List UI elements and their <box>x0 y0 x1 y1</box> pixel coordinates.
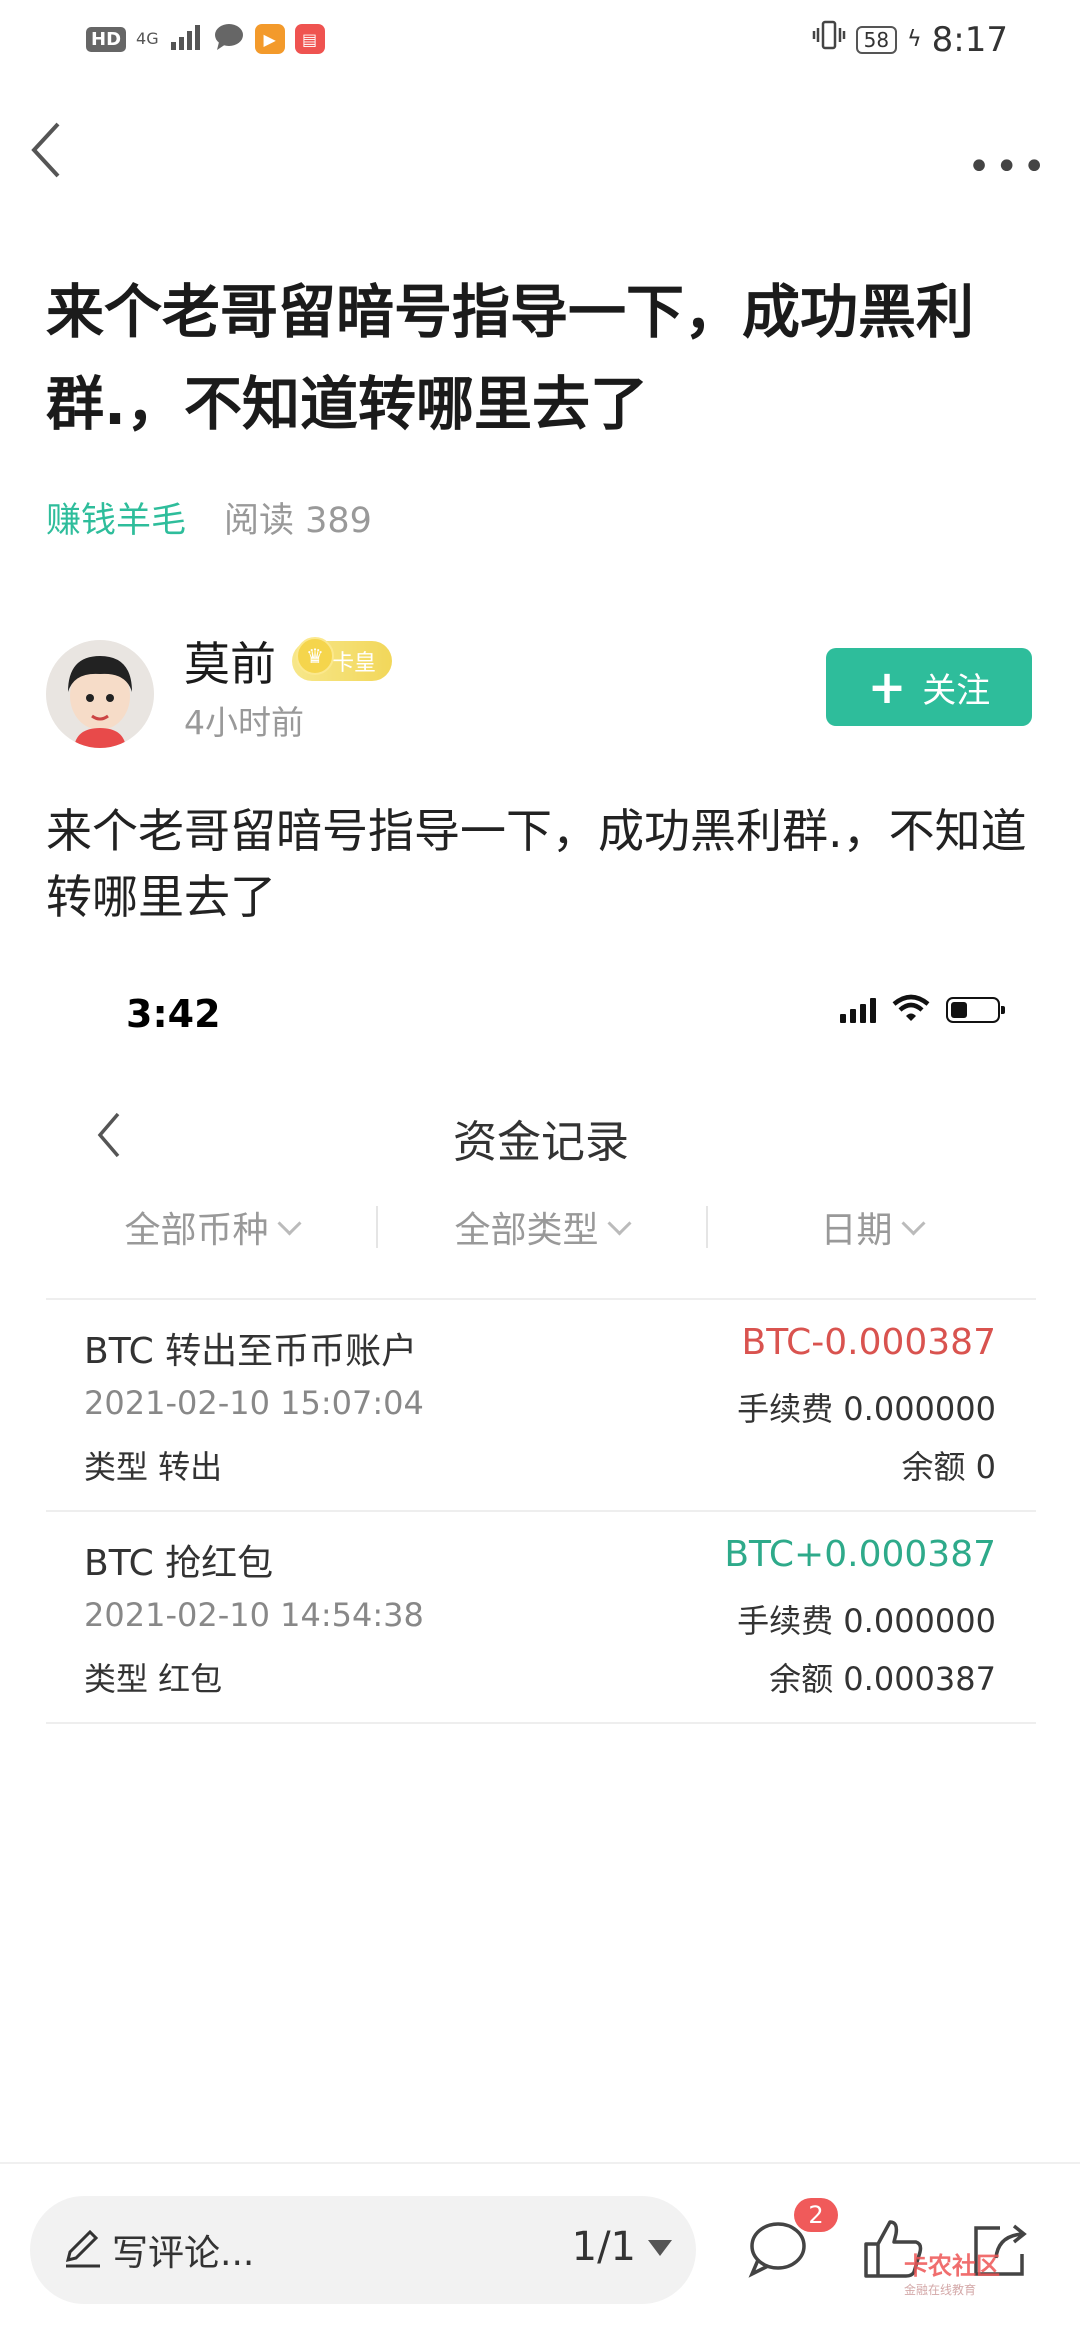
vip-badge: ♛ 卡皇 <box>292 637 393 681</box>
page-indicator[interactable]: 1/1 <box>572 2224 636 2270</box>
record-amount: BTC-0.000387 <box>741 1322 996 1363</box>
record-type: 类型 红包 <box>84 1660 223 1698</box>
book-app-icon: ▤ <box>294 24 325 54</box>
comment-placeholder: 写评论... <box>112 2233 255 2274</box>
record-balance: 余额 0.000387 <box>769 1660 996 1698</box>
chevron-left-icon <box>31 122 60 178</box>
chevron-down-icon <box>276 1210 302 1236</box>
record-date: 2021-02-10 15:07:04 <box>84 1384 424 1422</box>
battery-level: 58 <box>855 25 898 54</box>
record-type: 类型 转出 <box>84 1448 223 1486</box>
more-dots-icon: ••• <box>967 144 1050 190</box>
post-time: 4小时前 <box>184 703 304 742</box>
plus-icon: + <box>867 660 907 714</box>
screenshot-title: 资金记录 <box>453 1117 629 1168</box>
avatar[interactable] <box>46 640 154 748</box>
status-right: 58 ϟ 8:17 <box>812 18 1008 61</box>
filter-type: 全部类型 <box>376 1192 706 1262</box>
back-button[interactable] <box>28 120 68 180</box>
author-row: 莫前 ♛ 卡皇 <box>184 628 393 694</box>
more-options-button[interactable]: ••• <box>967 144 1050 190</box>
list-item: BTC 转出至币币账户 2021-02-10 15:07:04 类型 转出 BT… <box>46 1300 1036 1510</box>
bottom-divider <box>0 2162 1080 2164</box>
record-balance: 余额 0 <box>901 1448 996 1486</box>
author-name[interactable]: 莫前 <box>184 628 276 694</box>
watermark-logo: 卡农社区 金融在线教育 <box>904 2246 1000 2298</box>
charging-icon: ϟ <box>907 27 922 52</box>
post-body: 来个老哥留暗号指导一下，成功黑利群.，不知道转哪里去了 <box>46 804 1027 924</box>
hd-badge: HD <box>86 26 127 52</box>
comment-input[interactable]: 写评论... 1/1 <box>30 2196 696 2304</box>
record-fee: 手续费 0.000000 <box>737 1390 996 1428</box>
filter-date: 日期 <box>706 1192 1036 1262</box>
screenshot-clock: 3:42 <box>126 992 221 1036</box>
pencil-icon <box>60 2224 106 2270</box>
video-app-icon: ▶ <box>254 24 285 54</box>
embedded-screenshot[interactable]: 3:42 资金记录 全部币种 全部类型 日期 BTC 转出至币币账户 2021-… <box>46 972 1036 1732</box>
chevron-down-icon <box>900 1210 926 1236</box>
filter-label: 日期 <box>820 1210 893 1251</box>
follow-button[interactable]: + 关注 <box>826 648 1032 726</box>
divider <box>46 1722 1036 1724</box>
cellular-signal-icon <box>840 997 876 1023</box>
vibrate-icon <box>812 18 846 61</box>
read-count: 阅读 389 <box>224 501 372 541</box>
follow-label: 关注 <box>922 670 991 711</box>
filter-currency: 全部币种 <box>46 1192 376 1262</box>
status-left: HD 4G ▶ ▤ <box>86 22 325 56</box>
watermark-text: 卡农社区 <box>904 2252 1000 2280</box>
dropdown-triangle-icon[interactable] <box>648 2240 672 2256</box>
filter-bar: 全部币种 全部类型 日期 <box>46 1192 1036 1262</box>
post-title: 来个老哥留暗号指导一下，成功黑利群.，不知道转哪里去了 <box>46 278 975 438</box>
comment-count-badge: 2 <box>794 2198 838 2232</box>
wifi-icon <box>892 994 930 1026</box>
record-date: 2021-02-10 14:54:38 <box>84 1596 424 1634</box>
filter-label: 全部币种 <box>124 1210 269 1251</box>
record-name: BTC 转出至币币账户 <box>84 1331 418 1372</box>
vip-badge-label: 卡皇 <box>332 651 377 676</box>
battery-icon <box>946 997 1005 1023</box>
record-name: BTC 抢红包 <box>84 1543 274 1584</box>
signal-icon <box>169 24 203 54</box>
record-amount: BTC+0.000387 <box>724 1534 996 1575</box>
list-item: BTC 抢红包 2021-02-10 14:54:38 类型 红包 BTC+0.… <box>46 1512 1036 1722</box>
network-label: 4G <box>136 29 159 48</box>
chevron-down-icon <box>606 1210 632 1236</box>
chat-bubble-icon <box>213 22 245 56</box>
filter-label: 全部类型 <box>454 1210 599 1251</box>
screenshot-status-icons <box>840 994 1005 1026</box>
status-bar: HD 4G ▶ ▤ 58 ϟ 8:17 <box>0 0 1080 80</box>
record-fee: 手续费 0.000000 <box>737 1602 996 1640</box>
post-meta: 赚钱羊毛 阅读 389 <box>46 492 372 543</box>
category-tag[interactable]: 赚钱羊毛 <box>46 492 186 543</box>
crown-icon: ♛ <box>296 637 334 675</box>
watermark-subtext: 金融在线教育 <box>904 2283 977 2297</box>
clock: 8:17 <box>931 19 1008 60</box>
